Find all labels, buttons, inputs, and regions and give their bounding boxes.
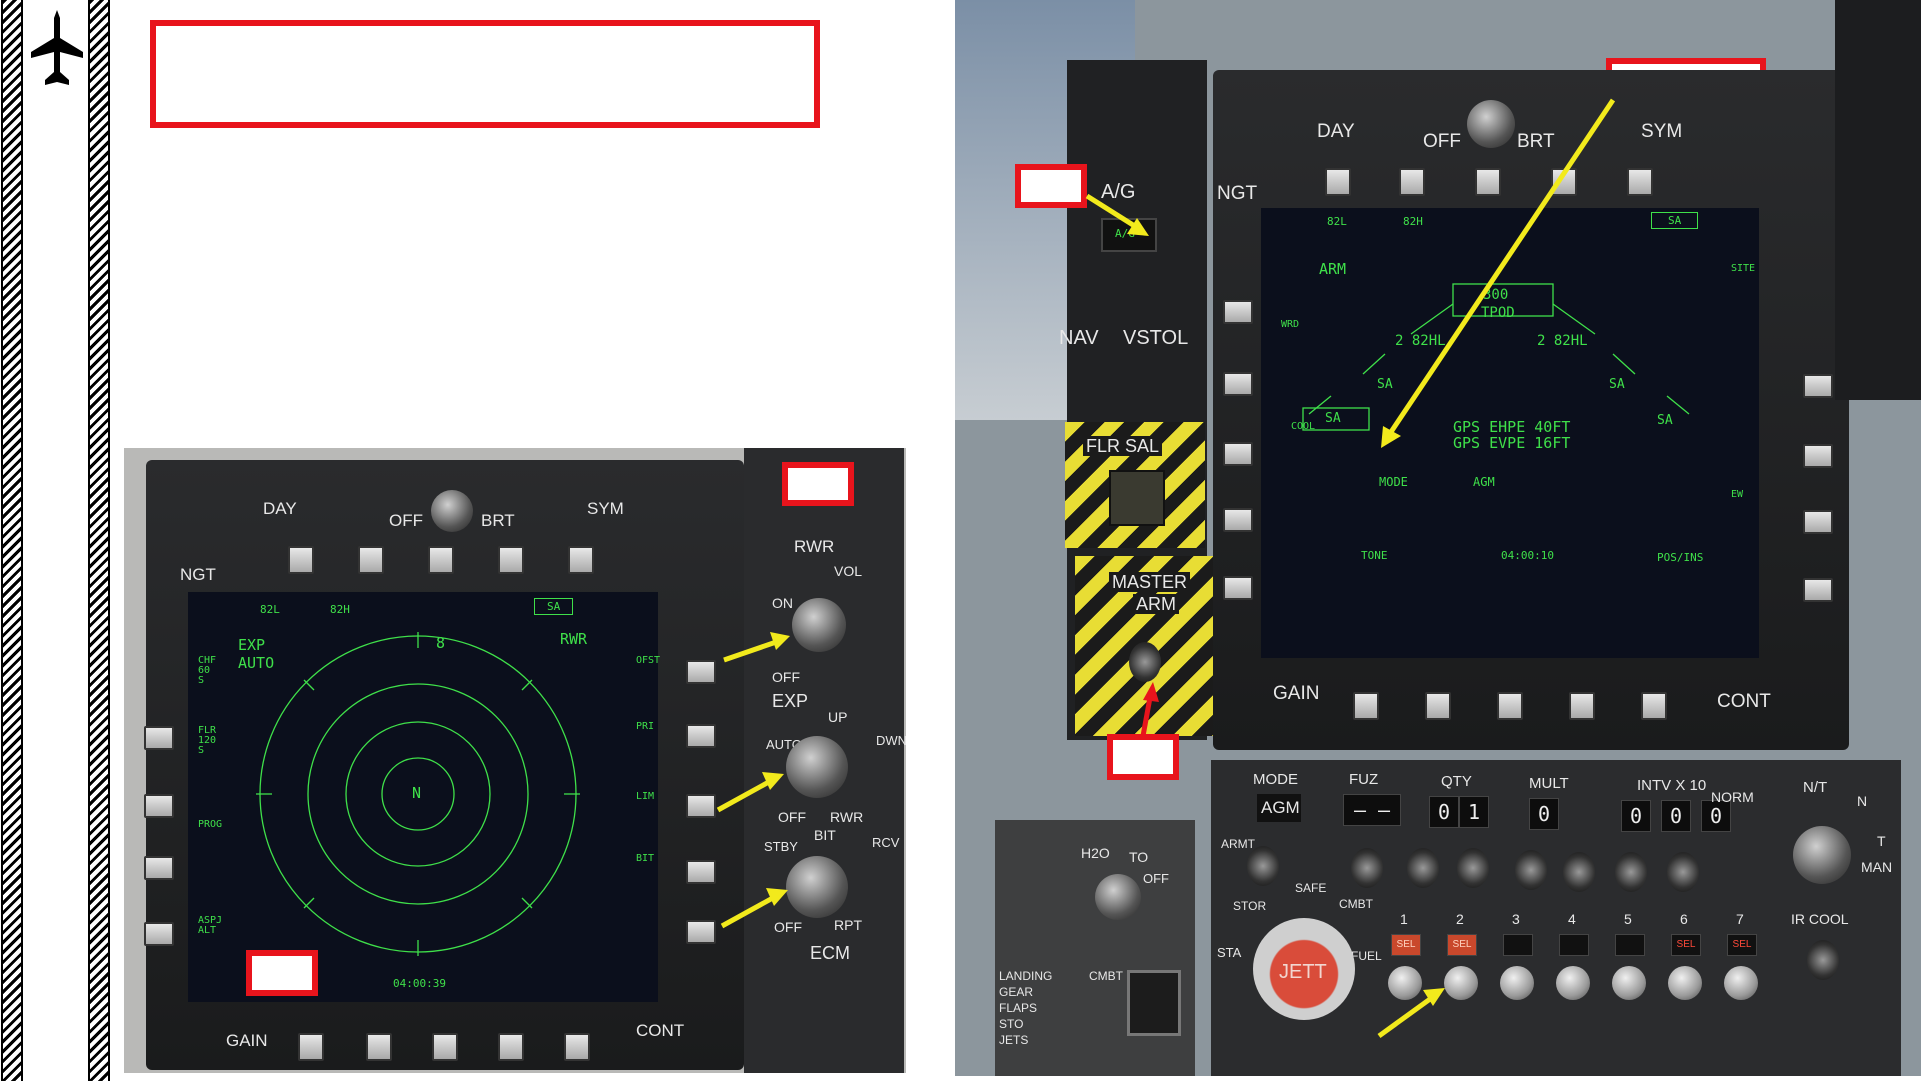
left-mfd-osb-left-1[interactable] [144, 726, 174, 750]
rwr-north-label: N [412, 784, 422, 802]
left-mfd-gain-label: GAIN [226, 1031, 268, 1050]
left-photo-arrows [716, 632, 790, 929]
rwr-cockpit-photo: DAY OFF BRT SYM NGT GAIN CONT 82L 82H SA… [124, 448, 906, 1073]
left-mfd-off-label: OFF [389, 511, 423, 530]
left-mfd-osb-bottom-5[interactable] [564, 1033, 590, 1061]
rwr-scale-label: 8 [436, 634, 446, 652]
left-mfd-left-side-chf: CHF 60 S [198, 655, 217, 686]
right-photo-arrows [1085, 98, 1616, 1039]
hatch-stripe-right [88, 0, 110, 1081]
left-mfd-sa-box: SA [534, 598, 574, 615]
left-mfd-osb-bottom-1[interactable] [298, 1033, 324, 1061]
left-mfd-screen: 82L 82H SA EXP AUTO RWR CHF 60 S FLR 120… [188, 592, 661, 1002]
left-mfd-left-side-flr: FLR 120 S [198, 725, 217, 756]
title-callout-box [150, 20, 820, 128]
left-mfd-bezel: DAY OFF BRT SYM NGT GAIN CONT 82L 82H SA… [144, 460, 744, 1070]
aircraft-icon [31, 10, 83, 85]
left-mfd-time: 04:00:39 [393, 977, 446, 990]
left-mfd-osb-top-4[interactable] [498, 546, 524, 574]
left-mfd-cont-label: CONT [636, 1021, 685, 1040]
left-mfd-brt-label: BRT [481, 511, 515, 530]
left-mfd-osb-top-3[interactable] [428, 546, 454, 574]
sidebar [0, 0, 112, 1081]
left-mfd-top-label-82l: 82L [260, 603, 280, 616]
left-mfd-sym-label: SYM [587, 499, 624, 518]
left-mfd-osb-bottom-3[interactable] [432, 1033, 458, 1061]
left-mfd-left-side-aspj: ASPJ ALT [198, 915, 223, 936]
left-mfd-right-side-pri: PRI [636, 721, 655, 732]
left-mfd-right-side-ofst: OFST [636, 655, 661, 666]
rwr-scope-rings [256, 632, 580, 956]
left-mfd-osb-top-2[interactable] [358, 546, 384, 574]
left-mfd-osb-top-1[interactable] [288, 546, 314, 574]
left-mfd-right-side-bit: BIT [636, 853, 655, 864]
left-mfd-osb-left-4[interactable] [144, 922, 174, 946]
hatch-stripe-left [1, 0, 23, 1081]
left-mfd-right-side-lim: LIM [636, 791, 655, 802]
left-mfd-top-label-82h: 82H [330, 603, 350, 616]
left-mfd-callout-box [246, 950, 318, 996]
left-mfd-osb-left-2[interactable] [144, 794, 174, 818]
left-mfd-brightness-knob[interactable] [431, 490, 473, 532]
left-mfd-osb-left-3[interactable] [144, 856, 174, 880]
left-mfd-osb-bottom-2[interactable] [366, 1033, 392, 1061]
left-mfd-left-side-prog: PROG [198, 819, 223, 830]
left-mfd-osb-top-5[interactable] [568, 546, 594, 574]
left-mfd-ngt-label: NGT [180, 565, 216, 584]
ag-cockpit-photo: A/G A/G NAV VSTOL FLR SAL MASTER ARM DAY… [955, 0, 1921, 1081]
left-mfd-day-label: DAY [263, 499, 297, 518]
footer-strip [112, 1076, 1921, 1081]
left-mfd-osb-bottom-4[interactable] [498, 1033, 524, 1061]
